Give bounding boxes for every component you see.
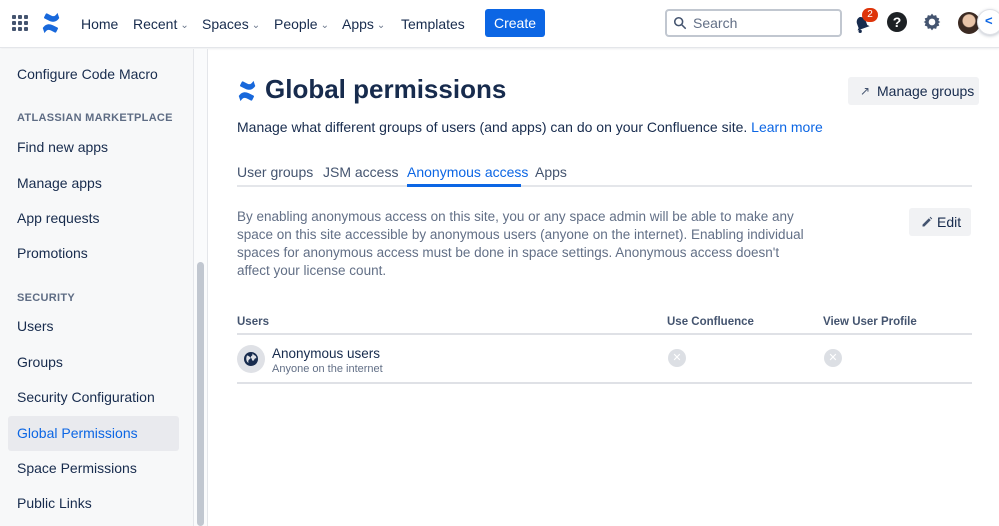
sidebar-item-security-configuration[interactable]: Security Configuration <box>8 380 179 415</box>
globe-avatar <box>237 345 265 373</box>
collapse-sidebar-button[interactable]: < <box>977 9 999 35</box>
nav-templates[interactable]: Templates <box>401 0 465 48</box>
manage-groups-button[interactable]: ↗ Manage groups <box>848 77 979 105</box>
external-link-icon: ↗ <box>860 84 871 98</box>
nav-apps-label: Apps <box>342 16 374 32</box>
tab-jsm-access[interactable]: JSM access <box>323 164 398 186</box>
nav-people-label: People <box>274 16 318 32</box>
description-text: Manage what different groups of users (a… <box>237 119 748 135</box>
sidebar-item-find-new-apps[interactable]: Find new apps <box>8 130 179 165</box>
globe-icon <box>244 352 258 366</box>
manage-groups-label: Manage groups <box>877 83 975 99</box>
user-group-subtitle: Anyone on the internet <box>272 363 383 375</box>
nav-apps[interactable]: Apps ⌄ <box>342 0 385 48</box>
learn-more-link[interactable]: Learn more <box>751 119 823 135</box>
column-header-users: Users <box>237 316 269 328</box>
tab-user-groups[interactable]: User groups <box>237 164 313 186</box>
denied-icon: ✕ <box>824 349 842 367</box>
edit-label: Edit <box>937 214 962 230</box>
sidebar-item-app-requests[interactable]: App requests <box>8 201 179 236</box>
sidebar-item-public-links[interactable]: Public Links <box>8 486 179 521</box>
nav-recent[interactable]: Recent ⌄ <box>133 0 189 48</box>
anonymous-access-info: By enabling anonymous access on this sit… <box>237 209 804 278</box>
sidebar-heading-security: SECURITY <box>17 292 76 304</box>
sidebar-scrollbar-thumb[interactable] <box>197 262 204 526</box>
user-group-name: Anonymous users <box>272 346 381 361</box>
chevron-down-icon: ⌄ <box>320 20 329 31</box>
denied-icon: ✕ <box>668 349 686 367</box>
search-box[interactable] <box>665 9 842 37</box>
nav-home-label: Home <box>81 16 119 32</box>
chevron-down-icon: ⌄ <box>180 20 189 31</box>
top-navigation: Home Recent ⌄ Spaces ⌄ People ⌄ Apps ⌄ Templ… <box>0 0 999 48</box>
confluence-logo-icon <box>238 80 256 102</box>
gear-icon[interactable] <box>922 12 942 32</box>
active-tab-indicator <box>407 184 521 187</box>
sidebar-item-global-permissions[interactable]: Global Permissions <box>8 416 179 451</box>
page-title: Global permissions <box>265 74 507 104</box>
edit-button[interactable]: Edit <box>909 208 971 236</box>
create-button[interactable]: Create <box>485 9 545 37</box>
search-icon <box>673 16 687 30</box>
column-header-use-confluence: Use Confluence <box>667 316 754 328</box>
sidebar-item-space-permissions[interactable]: Space Permissions <box>8 451 179 486</box>
nav-recent-label: Recent <box>133 16 178 32</box>
pencil-icon <box>922 216 933 227</box>
chevron-down-icon: ⌄ <box>251 20 261 31</box>
search-input[interactable] <box>693 15 833 31</box>
table-row-divider <box>237 382 972 384</box>
nav-home[interactable]: Home <box>81 0 118 48</box>
tab-apps[interactable]: Apps <box>535 164 567 186</box>
table-header-divider <box>237 333 972 335</box>
nav-spaces[interactable]: Spaces ⌄ <box>202 0 260 48</box>
sidebar-heading-marketplace: ATLASSIAN MARKETPLACE <box>17 112 173 124</box>
sidebar-item-users[interactable]: Users <box>8 309 179 344</box>
tabs-divider <box>237 185 972 187</box>
sidebar-item-configure-code-macro[interactable]: Configure Code Macro <box>8 57 179 92</box>
chevron-down-icon: ⌄ <box>376 20 386 31</box>
app-switcher-icon[interactable] <box>12 15 28 31</box>
page-description: Manage what different groups of users (a… <box>237 119 823 135</box>
help-icon[interactable]: ? <box>887 12 907 32</box>
tab-anonymous-access[interactable]: Anonymous access <box>407 164 528 186</box>
sidebar-item-promotions[interactable]: Promotions <box>8 236 179 271</box>
nav-templates-label: Templates <box>401 16 465 32</box>
sidebar-item-groups[interactable]: Groups <box>8 345 179 380</box>
sidebar-item-manage-apps[interactable]: Manage apps <box>8 166 179 201</box>
nav-spaces-label: Spaces <box>202 16 249 32</box>
notification-count-badge: 2 <box>862 8 878 22</box>
nav-people[interactable]: People ⌄ <box>274 0 329 48</box>
sidebar: Configure Code Macro ATLASSIAN MARKETPLA… <box>0 49 194 526</box>
confluence-logo-icon[interactable] <box>40 12 62 34</box>
column-header-view-user-profile: View User Profile <box>823 316 917 328</box>
